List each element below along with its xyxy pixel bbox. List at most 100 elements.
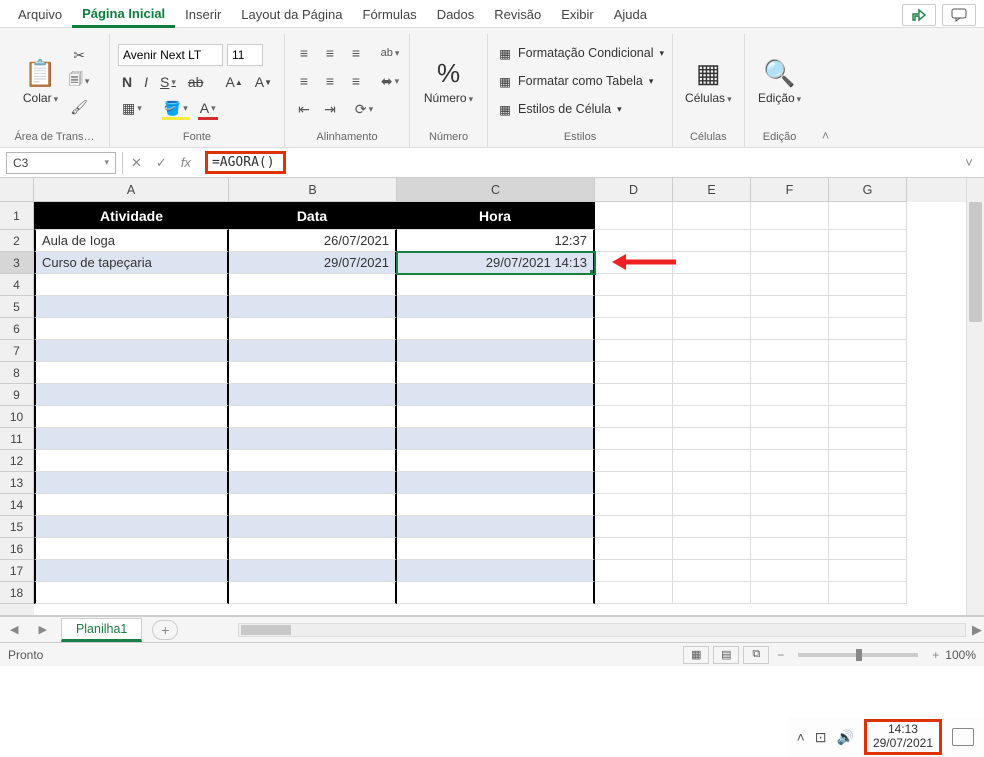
row-header-14[interactable]: 14 [0, 494, 34, 516]
align-center-button[interactable]: ≡ [319, 70, 341, 92]
tab-formulas[interactable]: Fórmulas [353, 3, 427, 26]
merge-button[interactable]: ⬌ [379, 70, 401, 92]
cell-D12[interactable] [595, 450, 673, 472]
cell-C2[interactable]: 12:37 [397, 230, 595, 252]
paste-button[interactable]: 📋 Colar [19, 56, 62, 107]
zoom-slider[interactable] [798, 653, 918, 657]
cell-G12[interactable] [829, 450, 907, 472]
cell-E10[interactable] [673, 406, 751, 428]
row-header-4[interactable]: 4 [0, 274, 34, 296]
hscrollbar-thumb[interactable] [241, 625, 291, 635]
row-header-16[interactable]: 16 [0, 538, 34, 560]
cell-C14[interactable] [397, 494, 595, 516]
copy-button[interactable]: 🗐 [68, 70, 90, 92]
cell-D7[interactable] [595, 340, 673, 362]
cell-C4[interactable] [397, 274, 595, 296]
cell-A2[interactable]: Aula de Ioga [34, 230, 229, 252]
cell-C11[interactable] [397, 428, 595, 450]
cell-B3[interactable]: 29/07/2021 [229, 252, 397, 274]
tray-meet-icon[interactable]: ⊡ [815, 729, 827, 746]
cell-E2[interactable] [673, 230, 751, 252]
cell-E16[interactable] [673, 538, 751, 560]
scrollbar-thumb[interactable] [969, 202, 982, 322]
strike-button[interactable]: ab [184, 72, 208, 92]
cell-F7[interactable] [751, 340, 829, 362]
tab-pagina-inicial[interactable]: Página Inicial [72, 2, 175, 28]
align-middle-button[interactable]: ≡ [319, 42, 341, 64]
cell-C10[interactable] [397, 406, 595, 428]
col-header-F[interactable]: F [751, 178, 829, 202]
cell-B17[interactable] [229, 560, 397, 582]
row-header-12[interactable]: 12 [0, 450, 34, 472]
italic-button[interactable]: I [140, 72, 152, 92]
decrease-font-button[interactable]: A▼ [251, 72, 276, 92]
cell-D9[interactable] [595, 384, 673, 406]
cell-E15[interactable] [673, 516, 751, 538]
cell-B13[interactable] [229, 472, 397, 494]
cell-E8[interactable] [673, 362, 751, 384]
cell-D13[interactable] [595, 472, 673, 494]
cell-G6[interactable] [829, 318, 907, 340]
cell-D2[interactable] [595, 230, 673, 252]
cell-G11[interactable] [829, 428, 907, 450]
cell-G4[interactable] [829, 274, 907, 296]
cell-C15[interactable] [397, 516, 595, 538]
notifications-button[interactable] [952, 728, 974, 746]
conditional-formatting-button[interactable]: ▦Formatação Condicional▾ [496, 43, 664, 63]
cell-E12[interactable] [673, 450, 751, 472]
sheet-tab-1[interactable]: Planilha1 [61, 618, 142, 642]
cancel-formula-button[interactable]: ✕ [127, 155, 146, 171]
cell-E17[interactable] [673, 560, 751, 582]
cell-F18[interactable] [751, 582, 829, 604]
row-header-7[interactable]: 7 [0, 340, 34, 362]
cell-D14[interactable] [595, 494, 673, 516]
align-right-button[interactable]: ≡ [345, 70, 367, 92]
cell-C1[interactable]: Hora [397, 202, 595, 230]
row-header-13[interactable]: 13 [0, 472, 34, 494]
cell-F1[interactable] [751, 202, 829, 230]
cell-B1[interactable]: Data [229, 202, 397, 230]
accept-formula-button[interactable]: ✓ [152, 155, 171, 171]
cell-C8[interactable] [397, 362, 595, 384]
cell-A1[interactable]: Atividade [34, 202, 229, 230]
cell-E9[interactable] [673, 384, 751, 406]
cell-A11[interactable] [34, 428, 229, 450]
cell-A9[interactable] [34, 384, 229, 406]
row-header-3[interactable]: 3 [0, 252, 34, 274]
cell-D11[interactable] [595, 428, 673, 450]
col-header-E[interactable]: E [673, 178, 751, 202]
view-page-break-button[interactable]: ⧉ [743, 646, 769, 664]
cell-C3[interactable]: 29/07/2021 14:13 [397, 252, 595, 274]
row-header-8[interactable]: 8 [0, 362, 34, 384]
cell-F3[interactable] [751, 252, 829, 274]
cell-G2[interactable] [829, 230, 907, 252]
cell-F11[interactable] [751, 428, 829, 450]
cell-G7[interactable] [829, 340, 907, 362]
row-header-17[interactable]: 17 [0, 560, 34, 582]
cell-D16[interactable] [595, 538, 673, 560]
horizontal-scrollbar[interactable] [238, 623, 966, 637]
cell-A18[interactable] [34, 582, 229, 604]
cell-B2[interactable]: 26/07/2021 [229, 230, 397, 252]
tab-revisao[interactable]: Revisão [484, 3, 551, 26]
vertical-scrollbar[interactable] [966, 178, 984, 615]
cell-A5[interactable] [34, 296, 229, 318]
cell-F13[interactable] [751, 472, 829, 494]
cell-E7[interactable] [673, 340, 751, 362]
cell-A6[interactable] [34, 318, 229, 340]
cell-B10[interactable] [229, 406, 397, 428]
insert-function-button[interactable]: fx [177, 155, 195, 170]
cell-E11[interactable] [673, 428, 751, 450]
name-box[interactable]: C3 ▾ [6, 152, 116, 174]
font-name-select[interactable] [118, 44, 223, 66]
cell-G17[interactable] [829, 560, 907, 582]
select-all-corner[interactable] [0, 178, 34, 202]
align-bottom-button[interactable]: ≡ [345, 42, 367, 64]
font-size-select[interactable] [227, 44, 263, 66]
cell-C6[interactable] [397, 318, 595, 340]
bold-button[interactable]: N [118, 72, 136, 92]
cell-C9[interactable] [397, 384, 595, 406]
cell-B5[interactable] [229, 296, 397, 318]
share-button[interactable] [902, 4, 936, 26]
cell-A12[interactable] [34, 450, 229, 472]
